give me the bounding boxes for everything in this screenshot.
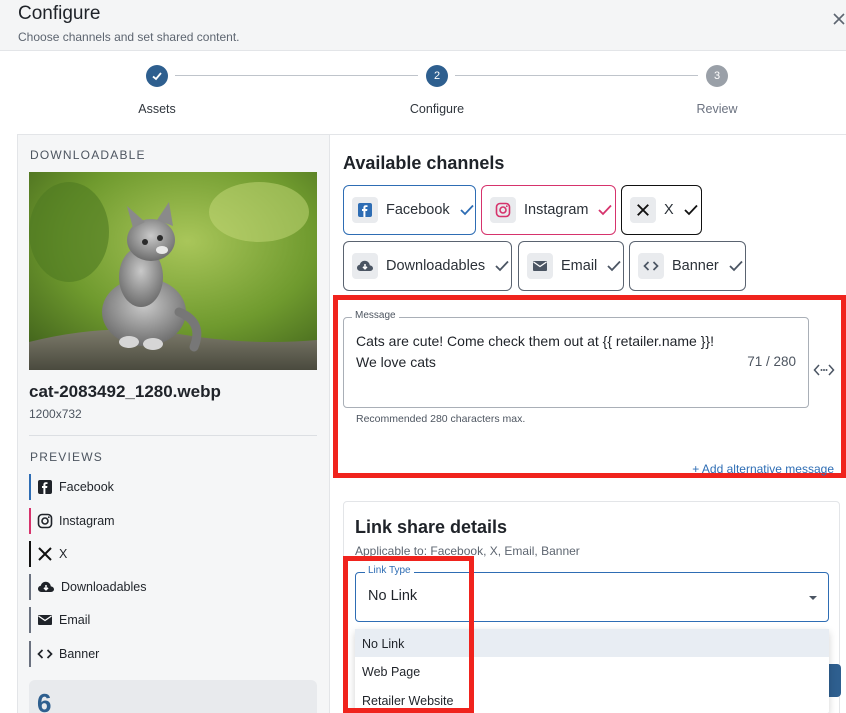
step-label-review[interactable]: Review [657, 102, 777, 116]
message-helper-text: Recommended 280 characters max. [356, 413, 526, 425]
cloud-download-icon [352, 253, 378, 279]
channel-chip-instagram[interactable]: Instagram [481, 185, 616, 235]
x-icon [630, 197, 656, 223]
message-text-line-2: We love cats [356, 354, 436, 370]
check-icon [607, 260, 621, 272]
preview-label: Banner [59, 647, 100, 661]
code-icon [638, 253, 664, 279]
step-2-number: 2 [426, 65, 448, 87]
preview-email[interactable]: Email [29, 607, 90, 633]
channel-count: 6 [37, 688, 52, 713]
link-share-title: Link share details [355, 517, 508, 537]
preview-banner[interactable]: Banner [29, 641, 99, 667]
check-icon [495, 260, 509, 272]
preview-label: Email [59, 613, 91, 627]
chip-label: X [664, 202, 674, 218]
chip-label: Downloadables [386, 258, 486, 274]
channels-title: Available channels [343, 153, 505, 173]
cloud-download-icon [38, 581, 54, 592]
chip-label: Banner [672, 258, 719, 274]
channel-chip-banner[interactable]: Banner [629, 241, 746, 291]
preview-label: X [59, 547, 68, 561]
character-counter: 71 / 280 [747, 354, 796, 369]
divider [29, 435, 317, 436]
message-field[interactable]: Cats are cute! Come check them out at {{… [343, 317, 809, 408]
preview-label: Instagram [59, 514, 115, 528]
dialog-subtitle: Choose channels and set shared content. [18, 30, 240, 44]
asset-thumbnail [29, 172, 317, 370]
preview-x[interactable]: X [29, 541, 67, 567]
x-icon [38, 547, 52, 561]
preview-instagram[interactable]: Instagram [29, 508, 115, 534]
instagram-icon [37, 513, 53, 529]
insert-variable-icon[interactable] [813, 362, 835, 378]
email-icon [38, 615, 52, 625]
channel-chip-facebook[interactable]: Facebook [343, 185, 476, 235]
dialog-title: Configure [18, 3, 101, 24]
message-text-line-1: Cats are cute! Come check them out at {{… [356, 333, 714, 349]
step-connector [175, 75, 418, 76]
step-connector [455, 75, 698, 76]
asset-dimensions: 1200x732 [29, 407, 82, 421]
step-label-assets[interactable]: Assets [97, 102, 217, 116]
add-alternative-message-link[interactable]: + Add alternative message [692, 462, 834, 476]
instagram-icon [490, 197, 516, 223]
email-icon [527, 253, 553, 279]
check-icon [598, 204, 613, 216]
dropdown-arrow-icon [809, 596, 817, 600]
dialog-header: Configure Choose channels and set shared… [0, 0, 846, 51]
code-icon [37, 649, 53, 659]
preview-facebook[interactable]: Facebook [29, 474, 114, 500]
link-type-highlight [343, 556, 474, 713]
chip-label: Email [561, 258, 598, 274]
check-icon [729, 260, 743, 272]
chip-label: Instagram [524, 202, 589, 218]
check-icon [460, 204, 474, 216]
preview-downloadables[interactable]: Downloadables [29, 574, 146, 600]
step-1-check-icon [146, 65, 168, 87]
close-icon[interactable] [832, 12, 846, 26]
preview-label: Facebook [59, 480, 114, 494]
facebook-icon [352, 197, 378, 223]
channel-chip-downloadables[interactable]: Downloadables [343, 241, 512, 291]
channel-chip-x[interactable]: X [621, 185, 702, 235]
message-label: Message [352, 310, 399, 321]
previews-label: PREVIEWS [30, 450, 103, 464]
asset-type-label: DOWNLOADABLE [30, 148, 146, 162]
preview-label: Downloadables [61, 580, 147, 594]
step-3-number: 3 [706, 65, 728, 87]
facebook-icon [38, 480, 52, 494]
asset-filename: cat-2083492_1280.webp [29, 382, 221, 401]
count-card: 6 [29, 680, 317, 713]
chip-label: Facebook [386, 202, 450, 218]
channel-chip-email[interactable]: Email [518, 241, 624, 291]
check-icon [684, 204, 698, 216]
step-label-configure[interactable]: Configure [377, 102, 497, 116]
